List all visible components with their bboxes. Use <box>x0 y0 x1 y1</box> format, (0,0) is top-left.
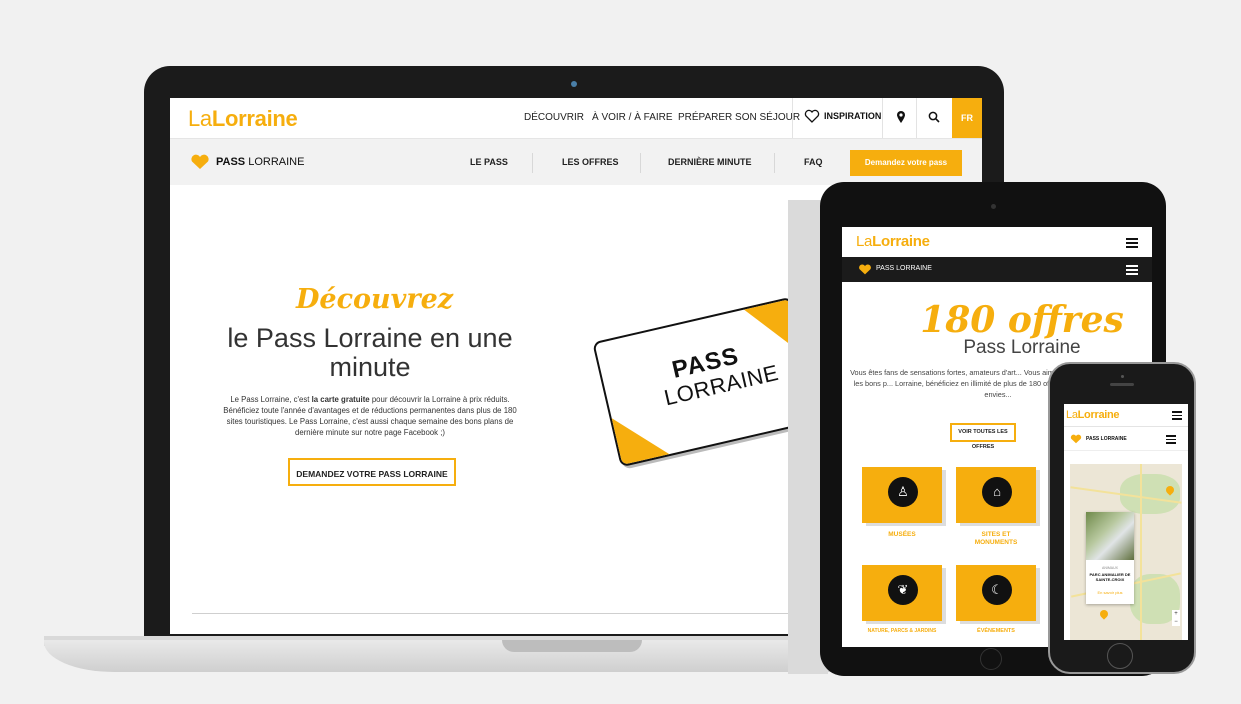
tile-label: NATURE, PARCS & JARDINS <box>867 628 937 634</box>
hero-text-part: Le Pass Lorraine, c'est <box>230 395 312 404</box>
map-pin-icon[interactable] <box>896 110 906 124</box>
tablet-header: LaLorraine <box>842 227 1152 258</box>
subnav-offres[interactable]: LES OFFRES <box>562 157 619 167</box>
logo-bold: Lorraine <box>872 233 930 250</box>
logo-light: La <box>1066 409 1078 421</box>
tablet-pass-bar: PASS LORRAINE <box>842 257 1152 282</box>
request-pass-button[interactable]: Demandez votre pass <box>850 150 962 176</box>
museum-icon: ♙ <box>888 477 918 507</box>
subnav-faq[interactable]: FAQ <box>804 157 823 167</box>
zoom-in-button[interactable]: + <box>1172 610 1180 618</box>
phone-speaker <box>1110 383 1134 386</box>
logo-light: La <box>856 233 873 250</box>
logo-bold: Lorraine <box>1077 409 1120 421</box>
phone-pass-bar: PASS LORRAINE <box>1064 427 1188 451</box>
popup-kicker: ANIMAUX <box>1102 566 1118 570</box>
popup-photo <box>1086 512 1134 560</box>
heart-icon <box>859 264 871 275</box>
nav-divider <box>792 98 793 138</box>
phone-screen: LaLorraine PASS LORRAINE ANIMAUX PARC AN… <box>1064 404 1188 640</box>
heart-icon <box>191 154 209 169</box>
zoom-out-button[interactable]: − <box>1172 618 1180 626</box>
pass-title[interactable]: PASS LORRAINE <box>216 156 304 168</box>
hero-title: le Pass Lorraine en une minute <box>227 323 513 382</box>
leaf-icon: ❦ <box>888 575 918 605</box>
pass-title[interactable]: PASS LORRAINE <box>1086 436 1127 442</box>
menu-icon[interactable] <box>1166 435 1176 445</box>
subnav-divider <box>774 153 775 173</box>
pass-title-bold: PASS <box>216 156 246 168</box>
nav-divider <box>882 98 883 138</box>
map-pin-icon[interactable] <box>1098 608 1110 620</box>
pass-title-rest: LORRAINE <box>245 156 305 168</box>
map-zoom-control[interactable]: + − <box>1172 610 1180 626</box>
site-logo[interactable]: LaLorraine <box>188 106 298 132</box>
menu-icon[interactable] <box>1126 238 1138 248</box>
laptop-camera <box>571 81 577 87</box>
hero-text-bold: la carte gratuite <box>311 395 370 404</box>
subnav-divider <box>532 153 533 173</box>
site-logo[interactable]: LaLorraine <box>1066 409 1120 421</box>
popup-title: PARC ANIMALIER DE SAINTE-CROIX <box>1089 572 1131 582</box>
heart-outline-icon <box>804 109 820 123</box>
tile-musees[interactable]: ♙ <box>862 467 942 523</box>
hero-request-button[interactable]: DEMANDEZ VOTRE PASS LORRAINE <box>288 458 456 486</box>
nav-preparer[interactable]: PRÉPARER SON SÉJOUR <box>678 112 800 123</box>
tile-evenements[interactable]: ☾ <box>956 565 1036 621</box>
laptop-notch <box>502 640 642 652</box>
site-logo[interactable]: LaLorraine <box>856 233 930 250</box>
section-divider <box>192 613 852 614</box>
tablet-camera <box>991 204 996 209</box>
logo-bold: Lorraine <box>211 106 298 131</box>
tile-nature[interactable]: ❦ <box>862 565 942 621</box>
language-button[interactable]: FR <box>952 98 982 138</box>
offers-script-title: 180 offres <box>920 299 1124 341</box>
heart-icon <box>1070 434 1082 444</box>
subnav-le-pass[interactable]: LE PASS <box>470 157 508 167</box>
nav-decouvrir[interactable]: DÉCOUVRIR <box>524 112 584 123</box>
site-header: LaLorraine DÉCOUVRIR À VOIR / À FAIRE PR… <box>170 98 982 139</box>
tile-label: MUSÉES <box>888 531 916 538</box>
all-offers-button[interactable]: VOIR TOUTES LES OFFRES <box>950 423 1016 450</box>
menu-icon[interactable] <box>1172 411 1182 421</box>
nav-inspiration[interactable]: INSPIRATION <box>824 111 881 121</box>
monument-icon: ⌂ <box>982 477 1012 507</box>
offers-title: Pass Lorraine <box>963 337 1081 358</box>
tile-label: SITES ET MONUMENTS <box>974 531 1018 546</box>
map-road <box>1140 464 1142 640</box>
popup-link[interactable]: En savoir plus <box>1088 590 1132 595</box>
subnav-divider <box>640 153 641 173</box>
phone-home-button[interactable] <box>1107 643 1133 669</box>
logo-light: La <box>188 106 212 131</box>
subnav-derniere-minute[interactable]: DERNIÈRE MINUTE <box>668 157 752 167</box>
menu-icon[interactable] <box>1126 265 1138 275</box>
hero-script-title: Découvrez <box>296 284 454 315</box>
pass-title[interactable]: PASS LORRAINE <box>876 265 932 272</box>
phone-header: LaLorraine <box>1064 404 1188 427</box>
phone-camera <box>1121 375 1124 378</box>
hero-text: Le Pass Lorraine, c'est la carte gratuit… <box>218 394 522 438</box>
tile-sites[interactable]: ⌂ <box>956 467 1036 523</box>
event-icon: ☾ <box>982 575 1012 605</box>
tile-label: ÉVÉNEMENTS <box>977 628 1015 634</box>
nav-voir-faire[interactable]: À VOIR / À FAIRE <box>592 112 673 123</box>
tablet-home-button[interactable] <box>980 648 1002 670</box>
nav-divider <box>916 98 917 138</box>
search-icon[interactable] <box>928 111 940 123</box>
map-popup[interactable]: ANIMAUX PARC ANIMALIER DE SAINTE-CROIX E… <box>1086 512 1134 604</box>
map[interactable]: ANIMAUX PARC ANIMALIER DE SAINTE-CROIX E… <box>1070 464 1182 640</box>
